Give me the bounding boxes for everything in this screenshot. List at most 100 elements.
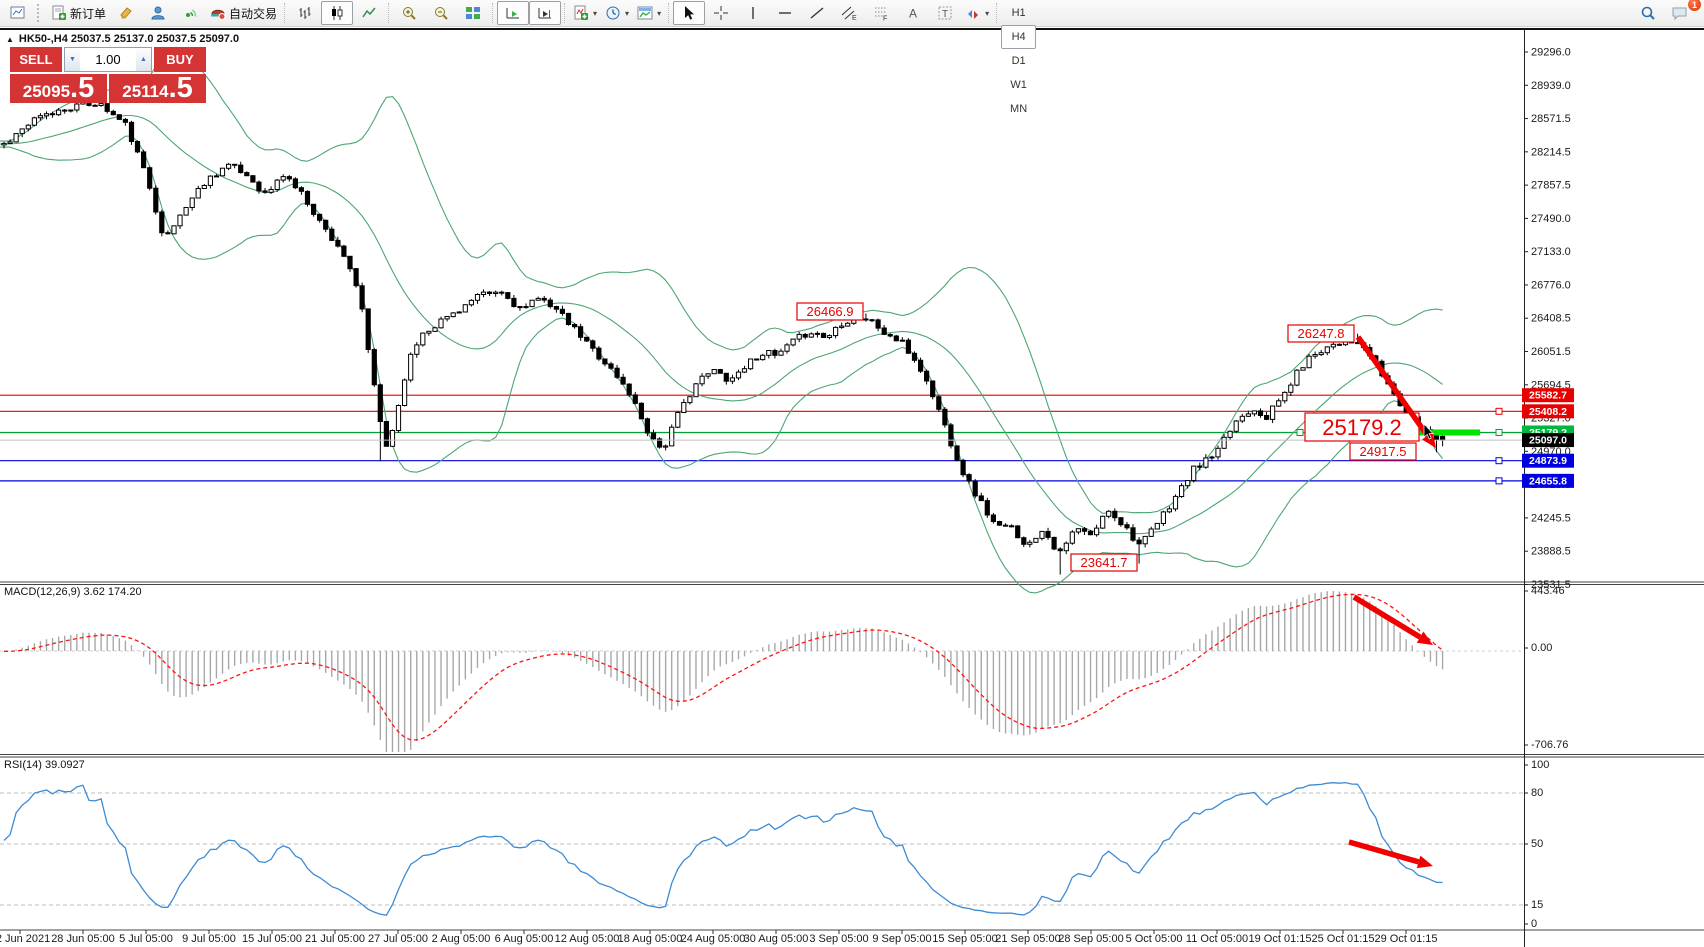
date-axis-label: 28 Sep 05:00 — [1058, 933, 1123, 945]
timeframe-button-H4[interactable]: H4 — [1001, 25, 1036, 49]
separator — [996, 3, 998, 23]
separator — [492, 3, 494, 23]
current-price-badge-text: 25097.0 — [1529, 435, 1567, 447]
date-axis-label: 9 Jul 05:00 — [182, 933, 236, 945]
chart-shift-button[interactable] — [529, 1, 561, 25]
new-order-button[interactable]: 新订单 — [47, 1, 110, 25]
text-tool-button[interactable]: A — [897, 1, 929, 25]
line-handle[interactable] — [1496, 458, 1502, 464]
price-axis-label: 27857.5 — [1531, 180, 1571, 192]
auto-scroll-icon — [505, 5, 521, 21]
timeframe-button-W1[interactable]: W1 — [1001, 73, 1036, 97]
line-handle[interactable] — [1496, 408, 1502, 414]
person-icon — [150, 5, 166, 21]
crosshair-tool-button[interactable] — [705, 1, 737, 25]
buy-price[interactable]: 25114.5 — [109, 74, 206, 103]
price-axis-label: 29296.0 — [1531, 47, 1571, 59]
equidistant-channel-tool-button[interactable]: E — [833, 1, 865, 25]
line-chart-button[interactable] — [353, 1, 385, 25]
bollinger-middle-band — [0, 116, 1443, 534]
separator — [668, 3, 670, 23]
bar-chart-button[interactable] — [289, 1, 321, 25]
trendline-tool-button[interactable] — [801, 1, 833, 25]
horizontal-line-tool-button[interactable] — [769, 1, 801, 25]
date-axis-label: 5 Oct 05:00 — [1126, 933, 1183, 945]
macd-signal-line — [4, 594, 1443, 740]
svg-text:F: F — [883, 16, 887, 22]
tile-windows-icon — [465, 5, 481, 21]
metaeditor-button[interactable] — [110, 1, 142, 25]
buy-button[interactable]: BUY — [154, 47, 206, 72]
auto-trading-icon — [210, 5, 226, 21]
price-axis-label: 28939.0 — [1531, 80, 1571, 92]
line-handle[interactable] — [1496, 478, 1502, 484]
date-axis-label: 27 Jul 05:00 — [368, 933, 428, 945]
candlestick-chart-icon — [329, 5, 345, 21]
date-axis-label: 19 Oct 01:15 — [1249, 933, 1312, 945]
tile-windows-button[interactable] — [457, 1, 489, 25]
chart-window-icon[interactable] — [2, 1, 34, 25]
price-badge-text: 25582.7 — [1529, 390, 1567, 402]
signal-icon — [182, 5, 198, 21]
trend-arrow[interactable] — [1349, 842, 1419, 862]
price-axis-label: 28571.5 — [1531, 113, 1571, 125]
bollinger-lower-band — [0, 136, 1443, 593]
timeframe-button-H1[interactable]: H1 — [1001, 1, 1036, 25]
volume-value[interactable]: 1.00 — [80, 48, 136, 71]
zoom-out-button[interactable] — [425, 1, 457, 25]
sell-price[interactable]: 25095.5 — [10, 74, 107, 103]
volume-increase-button[interactable]: ▲ — [136, 48, 151, 71]
buy-price-main: 25114 — [122, 83, 168, 103]
arrows-tool-button[interactable]: ▾ — [961, 1, 993, 25]
date-axis-label: 9 Sep 05:00 — [872, 933, 931, 945]
notifications-button[interactable]: 1 — [1664, 1, 1696, 25]
macd-axis-label: -706.76 — [1531, 739, 1568, 751]
indicators-button[interactable]: ▾ — [569, 1, 601, 25]
zoom-in-button[interactable] — [393, 1, 425, 25]
chart-shift-icon — [537, 5, 553, 21]
chart-window-top-border — [0, 28, 1704, 30]
line-handle[interactable] — [1297, 429, 1303, 435]
date-axis-label: 28 Jun 05:00 — [51, 933, 115, 945]
price-axis-label: 26051.5 — [1531, 346, 1571, 358]
separator — [284, 3, 286, 23]
vertical-line-icon — [745, 5, 761, 21]
vertical-line-tool-button[interactable] — [737, 1, 769, 25]
cursor-icon — [681, 5, 697, 21]
indicators-icon — [573, 5, 589, 21]
timeframe-button-MN[interactable]: MN — [1001, 97, 1036, 121]
price-axis-label: 27133.0 — [1531, 246, 1571, 258]
volume-decrease-button[interactable]: ▼ — [65, 48, 80, 71]
crosshair-icon — [713, 5, 729, 21]
sell-button[interactable]: SELL — [10, 47, 62, 72]
price-axis-label: 27490.0 — [1531, 213, 1571, 225]
cursor-tool-button[interactable] — [673, 1, 705, 25]
chat-bubble-icon — [1671, 5, 1689, 21]
search-button[interactable] — [1632, 1, 1664, 25]
dropdown-arrow-icon: ▾ — [593, 9, 597, 18]
fibonacci-tool-button[interactable]: F — [865, 1, 897, 25]
templates-button[interactable]: ▾ — [633, 1, 665, 25]
text-label-tool-button[interactable]: T — [929, 1, 961, 25]
date-axis-label: 24 Aug 05:00 — [681, 933, 746, 945]
symbol-ohlc-text: HK50-,H4 25037.5 25137.0 25037.5 25097.0 — [19, 33, 239, 45]
fibonacci-icon: F — [873, 5, 889, 21]
auto-trading-button[interactable]: 自动交易 — [206, 1, 281, 25]
collapse-panel-icon[interactable]: ▲ — [6, 35, 14, 44]
timeframe-group: M1M5M15M30H1H4D1W1MN — [1001, 0, 1036, 121]
price-axis-label: 23888.5 — [1531, 546, 1571, 558]
periods-button[interactable]: ▾ — [601, 1, 633, 25]
line-handle[interactable] — [1496, 429, 1502, 435]
date-axis-label: 11 Oct 05:00 — [1186, 933, 1248, 945]
horizontal-line-icon — [777, 5, 793, 21]
signals-button[interactable] — [174, 1, 206, 25]
timeframe-button-D1[interactable]: D1 — [1001, 49, 1036, 73]
market-button[interactable] — [142, 1, 174, 25]
rsi-axis-label: 0 — [1531, 918, 1537, 930]
annotation-text: 26247.8 — [1298, 326, 1345, 341]
chart-canvas[interactable]: 29296.0 28939.0 28571.5 28214.5 27857.5 27490… — [0, 0, 1704, 947]
date-axis-label: 30 Aug 05:00 — [744, 933, 809, 945]
auto-scroll-button[interactable] — [497, 1, 529, 25]
candlestick-chart-button[interactable] — [321, 1, 353, 25]
price-axis-label: 28214.5 — [1531, 146, 1571, 158]
